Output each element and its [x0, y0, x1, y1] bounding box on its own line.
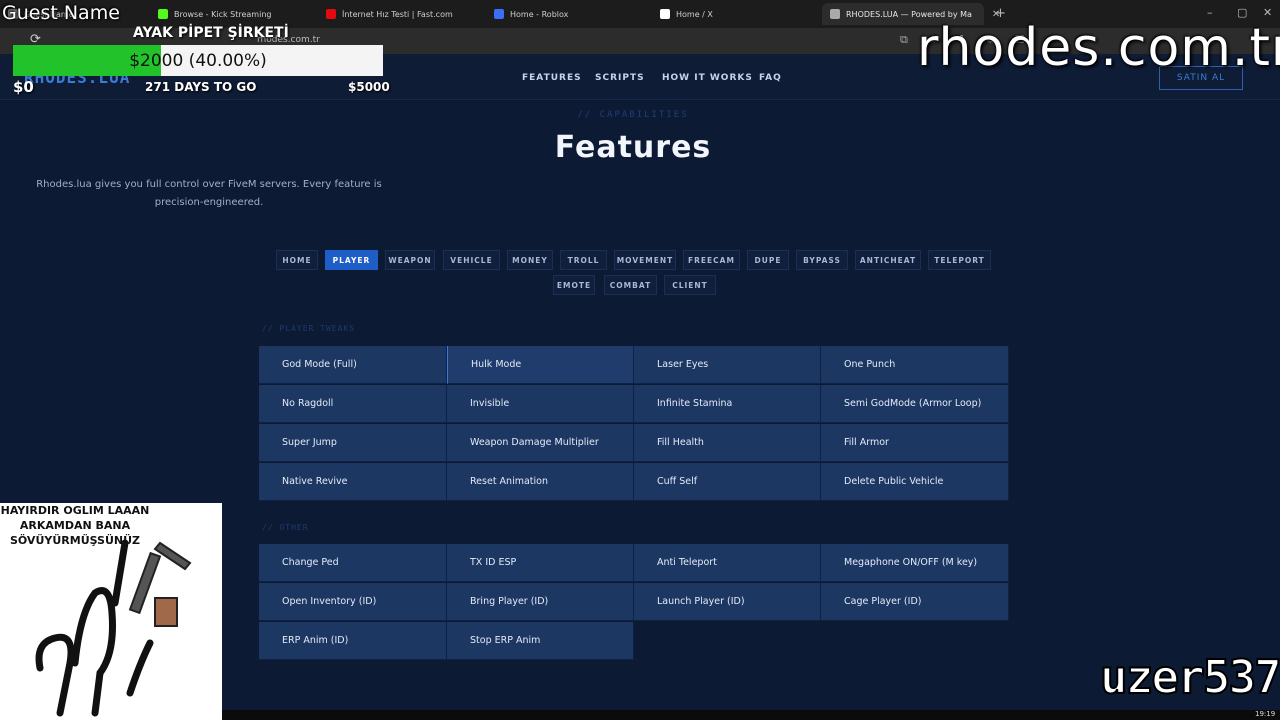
tab-favicon-icon: [830, 9, 840, 19]
section-label: // PLAYER TWEAKS: [262, 324, 356, 333]
nav-faq[interactable]: FAQ: [759, 73, 782, 83]
donation-goal-bar: $2000 (40.00%): [13, 45, 383, 76]
feature-item[interactable]: Fill Health: [634, 424, 821, 462]
feature-item[interactable]: Reset Animation: [447, 463, 634, 501]
tab-favicon-icon: [158, 9, 168, 19]
feature-item[interactable]: Anti Teleport: [634, 544, 821, 582]
category-tab-combat[interactable]: COMBAT: [604, 275, 657, 295]
category-tab-bypass[interactable]: BYPASS: [796, 250, 848, 270]
feature-item[interactable]: Laser Eyes: [634, 346, 821, 384]
browser-tab[interactable]: Home / X: [652, 3, 802, 25]
feature-item[interactable]: Fill Armor: [821, 424, 1009, 462]
feature-item[interactable]: Super Jump: [259, 424, 447, 462]
feature-item[interactable]: Hulk Mode: [447, 346, 634, 384]
page-description: Rhodes.lua gives you full control over F…: [36, 179, 382, 208]
browser-tab[interactable]: Home - Roblox: [486, 3, 636, 25]
tab-favicon-icon: [660, 9, 670, 19]
category-tab-troll[interactable]: TROLL: [560, 250, 607, 270]
feature-item[interactable]: Megaphone ON/OFF (M key): [821, 544, 1009, 582]
tab-favicon-icon: [326, 9, 336, 19]
feature-item[interactable]: God Mode (Full): [259, 346, 447, 384]
category-tab-home[interactable]: HOME: [276, 250, 318, 270]
feature-item[interactable]: Delete Public Vehicle: [821, 463, 1009, 501]
category-tab-money[interactable]: MONEY: [507, 250, 553, 270]
category-tab-freecam[interactable]: FREECAM: [683, 250, 740, 270]
company-name-label: AYAK PİPET ŞİRKETİ: [133, 25, 289, 41]
taskbar-clock: 19:19: [1255, 710, 1276, 718]
feature-item[interactable]: Semi GodMode (Armor Loop): [821, 385, 1009, 423]
feature-item[interactable]: Invisible: [447, 385, 634, 423]
browser-tab[interactable]: İnternet Hız Testi | Fast.com: [318, 3, 468, 25]
site-watermark: rhodes.com.tr: [917, 18, 1280, 78]
section-eyebrow: // CAPABILITIES: [577, 110, 689, 120]
feature-item[interactable]: Native Revive: [259, 463, 447, 501]
goal-end-label: $5000: [348, 80, 390, 94]
feature-item[interactable]: Cuff Self: [634, 463, 821, 501]
feature-item[interactable]: Weapon Damage Multiplier: [447, 424, 634, 462]
browser-tab-label: Home / X: [676, 9, 713, 19]
feature-item[interactable]: Cage Player (ID): [821, 583, 1009, 621]
section-label: // OTHER: [262, 523, 309, 532]
feature-item[interactable]: Change Ped: [259, 544, 447, 582]
category-tab-teleport[interactable]: TELEPORT: [928, 250, 991, 270]
nav-features[interactable]: FEATURES: [522, 73, 582, 83]
category-tab-dupe[interactable]: DUPE: [747, 250, 789, 270]
feature-item[interactable]: One Punch: [821, 346, 1009, 384]
browser-tab-label: Home - Roblox: [510, 9, 569, 19]
tab-favicon-icon: [494, 9, 504, 19]
page-title: Features: [554, 130, 712, 165]
feature-item[interactable]: Open Inventory (ID): [259, 583, 447, 621]
stick-figure-illustration: [35, 539, 192, 717]
guest-name-label: Guest Name: [2, 2, 120, 24]
category-tab-anticheat[interactable]: ANTICHEAT: [855, 250, 921, 270]
nav-how-it-works[interactable]: HOW IT WORKS: [662, 73, 753, 83]
feature-item[interactable]: ERP Anim (ID): [259, 622, 447, 660]
streamer-handle: uzer537: [1099, 649, 1280, 705]
feature-item[interactable]: Infinite Stamina: [634, 385, 821, 423]
meme-overlay: HAYIRDIR OGLIM LAAAN ARKAMDAN BANA SÖVÜY…: [0, 503, 222, 720]
feature-item[interactable]: No Ragdoll: [259, 385, 447, 423]
days-left-label: 271 DAYS TO GO: [145, 80, 257, 94]
feature-item[interactable]: Stop ERP Anim: [447, 622, 634, 660]
browser-tab-label: İnternet Hız Testi | Fast.com: [342, 9, 453, 19]
feature-item[interactable]: Launch Player (ID): [634, 583, 821, 621]
feature-item[interactable]: Bring Player (ID): [447, 583, 634, 621]
browser-tab-label: Browse - Kick Streaming: [174, 9, 272, 19]
os-taskbar: 19:19: [222, 710, 1280, 720]
category-tab-movement[interactable]: MOVEMENT: [614, 250, 676, 270]
nav-scripts[interactable]: SCRIPTS: [595, 73, 645, 83]
donation-goal-text: $2000 (40.00%): [129, 50, 267, 71]
browser-tab[interactable]: Browse - Kick Streaming: [150, 3, 300, 25]
category-tab-emote[interactable]: EMOTE: [553, 275, 595, 295]
category-tab-client[interactable]: CLIENT: [664, 275, 716, 295]
goal-start-label: $0: [13, 78, 34, 96]
category-tab-weapon[interactable]: WEAPON: [385, 250, 435, 270]
category-tab-vehicle[interactable]: VEHICLE: [443, 250, 500, 270]
feature-item[interactable]: TX ID ESP: [447, 544, 634, 582]
category-tab-player[interactable]: PLAYER: [325, 250, 378, 270]
